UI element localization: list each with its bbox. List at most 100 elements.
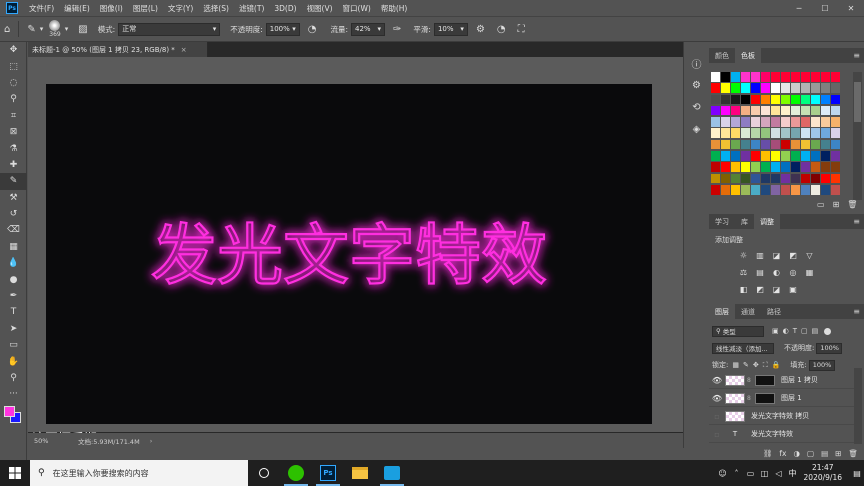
document-tab[interactable]: 未标题-1 @ 50% (图层 1 拷贝 23, RGB/8) * × (28, 42, 208, 57)
color-swatch[interactable] (760, 139, 771, 150)
color-swatch[interactable] (770, 83, 781, 93)
color-swatch[interactable] (750, 173, 761, 184)
menu-3d[interactable]: 3D(D) (269, 4, 301, 13)
color-swatch[interactable] (770, 117, 781, 127)
color-swatch[interactable] (800, 151, 811, 161)
color-swatch[interactable] (720, 94, 731, 105)
levels-icon[interactable]: ▥ (754, 250, 767, 260)
taskbar-app-explorer[interactable] (344, 460, 376, 486)
layer-opacity-field[interactable]: 100% (816, 342, 843, 354)
color-swatch[interactable] (730, 139, 741, 150)
color-swatch[interactable] (740, 117, 751, 127)
color-swatch[interactable] (830, 184, 840, 195)
color-swatch[interactable] (740, 83, 751, 93)
network-icon[interactable]: ◫ (758, 469, 772, 478)
eye-icon[interactable]: 👁 (709, 394, 725, 403)
color-swatch[interactable] (720, 162, 731, 172)
color-swatch[interactable] (780, 117, 791, 127)
photo-filter-icon[interactable]: ◎ (787, 267, 800, 277)
color-swatch[interactable] (790, 139, 801, 150)
new-layer-icon[interactable]: ⊞ (835, 449, 841, 458)
color-swatch[interactable] (790, 117, 801, 127)
color-swatch[interactable] (800, 72, 811, 82)
fill-field[interactable]: 100% (808, 359, 835, 371)
gear-icon[interactable]: ⚙ (476, 24, 485, 35)
pen-tool-icon[interactable]: ✒ (0, 288, 27, 304)
lasso-tool-icon[interactable]: ◌ (0, 75, 27, 91)
color-swatch[interactable] (830, 94, 840, 105)
color-swatch[interactable] (780, 139, 791, 150)
color-swatch[interactable] (810, 151, 821, 161)
color-swatch[interactable] (720, 139, 731, 150)
dodge-tool-icon[interactable]: ● (0, 271, 27, 287)
color-swatch[interactable] (820, 139, 831, 150)
menu-window[interactable]: 窗口(W) (338, 3, 376, 14)
panel-menu-icon[interactable]: ≡ (853, 51, 860, 60)
color-swatch[interactable] (770, 151, 781, 161)
color-swatch[interactable] (770, 105, 781, 116)
color-swatch[interactable] (810, 72, 821, 82)
color-swatch[interactable] (780, 184, 791, 195)
color-swatch[interactable] (800, 173, 811, 184)
frame-tool-icon[interactable]: ⊠ (0, 124, 27, 140)
new-swatch-icon[interactable]: ⊞ (833, 200, 840, 209)
color-swatch[interactable] (780, 162, 791, 172)
taskbar-search[interactable]: ⚲ 在这里输入你要搜索的内容 (30, 460, 248, 486)
color-swatch[interactable] (730, 105, 741, 116)
color-swatch[interactable] (760, 94, 771, 105)
color-swatch[interactable] (711, 72, 721, 82)
color-swatch[interactable] (760, 117, 771, 127)
color-swatch[interactable] (780, 72, 791, 82)
close-icon[interactable]: × (181, 46, 187, 54)
color-swatch[interactable] (750, 94, 761, 105)
color-swatch[interactable] (711, 139, 721, 150)
color-swatch[interactable] (820, 72, 831, 82)
color-swatch[interactable] (790, 94, 801, 105)
layer-row[interactable]: 👁 8 图层 1 拷贝 (709, 372, 854, 389)
history-brush-tool-icon[interactable]: ↺ (0, 206, 27, 222)
symmetry-icon[interactable]: ⛶ (518, 24, 525, 35)
color-swatch[interactable] (720, 173, 731, 184)
crop-tool-icon[interactable]: ⌗ (0, 108, 27, 124)
color-swatch[interactable] (830, 173, 840, 184)
color-swatch[interactable] (820, 83, 831, 93)
color-swatch[interactable] (810, 173, 821, 184)
layer-filter-icons[interactable]: ▣◐T▢▤ (772, 327, 822, 335)
opacity-field[interactable]: 100% ▾ (265, 22, 300, 36)
gradient-tool-icon[interactable]: ▦ (0, 239, 27, 255)
move-tool-icon[interactable]: ✥ (0, 42, 27, 58)
color-balance-icon[interactable]: ▤ (754, 267, 767, 277)
notification-icon[interactable]: ▤ (850, 469, 864, 478)
color-swatch[interactable] (820, 151, 831, 161)
zoom-tool-icon[interactable]: ⚲ (0, 370, 27, 386)
eye-icon[interactable]: 👁 (709, 376, 725, 385)
canvas[interactable]: 发光文字特效 (46, 84, 652, 424)
color-swatch[interactable] (760, 173, 771, 184)
color-swatch[interactable] (800, 128, 811, 139)
healing-brush-tool-icon[interactable]: ✚ (0, 157, 27, 173)
scrollbar-thumb[interactable] (854, 82, 861, 122)
color-swatch[interactable] (770, 139, 781, 150)
brush-preset-picker[interactable]: 369 (49, 20, 61, 38)
clone-stamp-tool-icon[interactable]: ⚒ (0, 190, 27, 206)
color-swatch[interactable] (740, 173, 751, 184)
color-swatch[interactable] (810, 184, 821, 195)
color-swatch[interactable] (780, 151, 791, 161)
volume-icon[interactable]: ◁ (772, 469, 786, 478)
pressure-opacity-icon[interactable]: ◔ (308, 24, 317, 35)
layer-row[interactable]: 👁 8 图层 1 (709, 390, 854, 407)
vibrance-icon[interactable]: ▽ (803, 250, 816, 260)
posterize-icon[interactable]: ◩ (754, 284, 767, 294)
color-swatch[interactable] (711, 94, 721, 105)
hand-tool-icon[interactable]: ✋ (0, 353, 27, 369)
info-panel-icon[interactable]: ⓘ (684, 52, 709, 74)
color-swatch[interactable] (720, 184, 731, 195)
menu-view[interactable]: 视图(V) (302, 3, 338, 14)
clock[interactable]: 21:47 2020/9/16 (804, 463, 842, 483)
color-swatch[interactable] (790, 173, 801, 184)
color-swatch[interactable] (711, 105, 721, 116)
brightness-contrast-icon[interactable]: ☼ (737, 250, 750, 260)
brush-tool-icon[interactable]: ✎ (27, 24, 35, 35)
history-panel-icon[interactable]: ⟲ (684, 96, 709, 118)
airbrush-icon[interactable]: ✑ (393, 24, 401, 35)
